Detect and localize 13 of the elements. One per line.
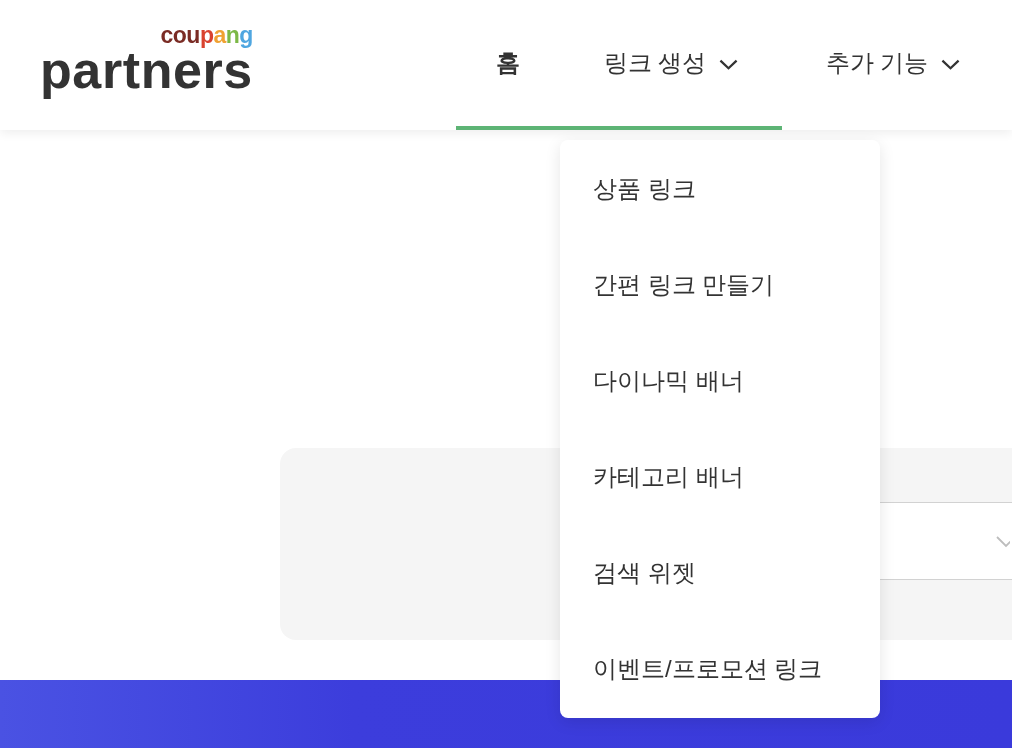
menu-item[interactable]: 검색 위젯	[560, 525, 880, 621]
nav-tab[interactable]: 홈	[456, 0, 560, 130]
nav-tab[interactable]: 추가 기능	[782, 0, 1004, 130]
menu-item[interactable]: 다이나믹 배너	[560, 333, 880, 429]
logo-subtext[interactable]: coupang	[160, 22, 253, 48]
nav-tab[interactable]: 링크 생성	[560, 0, 782, 130]
menu-item[interactable]: 이벤트/프로모션 링크	[560, 621, 880, 717]
menu-item[interactable]: 간편 링크 만들기	[560, 237, 880, 333]
menu-item[interactable]: 카테고리 배너	[560, 429, 880, 525]
menu-item[interactable]: 상품 링크	[560, 141, 880, 237]
chevron-down-icon	[941, 59, 961, 70]
chevron-down-icon	[719, 59, 739, 70]
chevron-down-icon	[996, 536, 1010, 548]
